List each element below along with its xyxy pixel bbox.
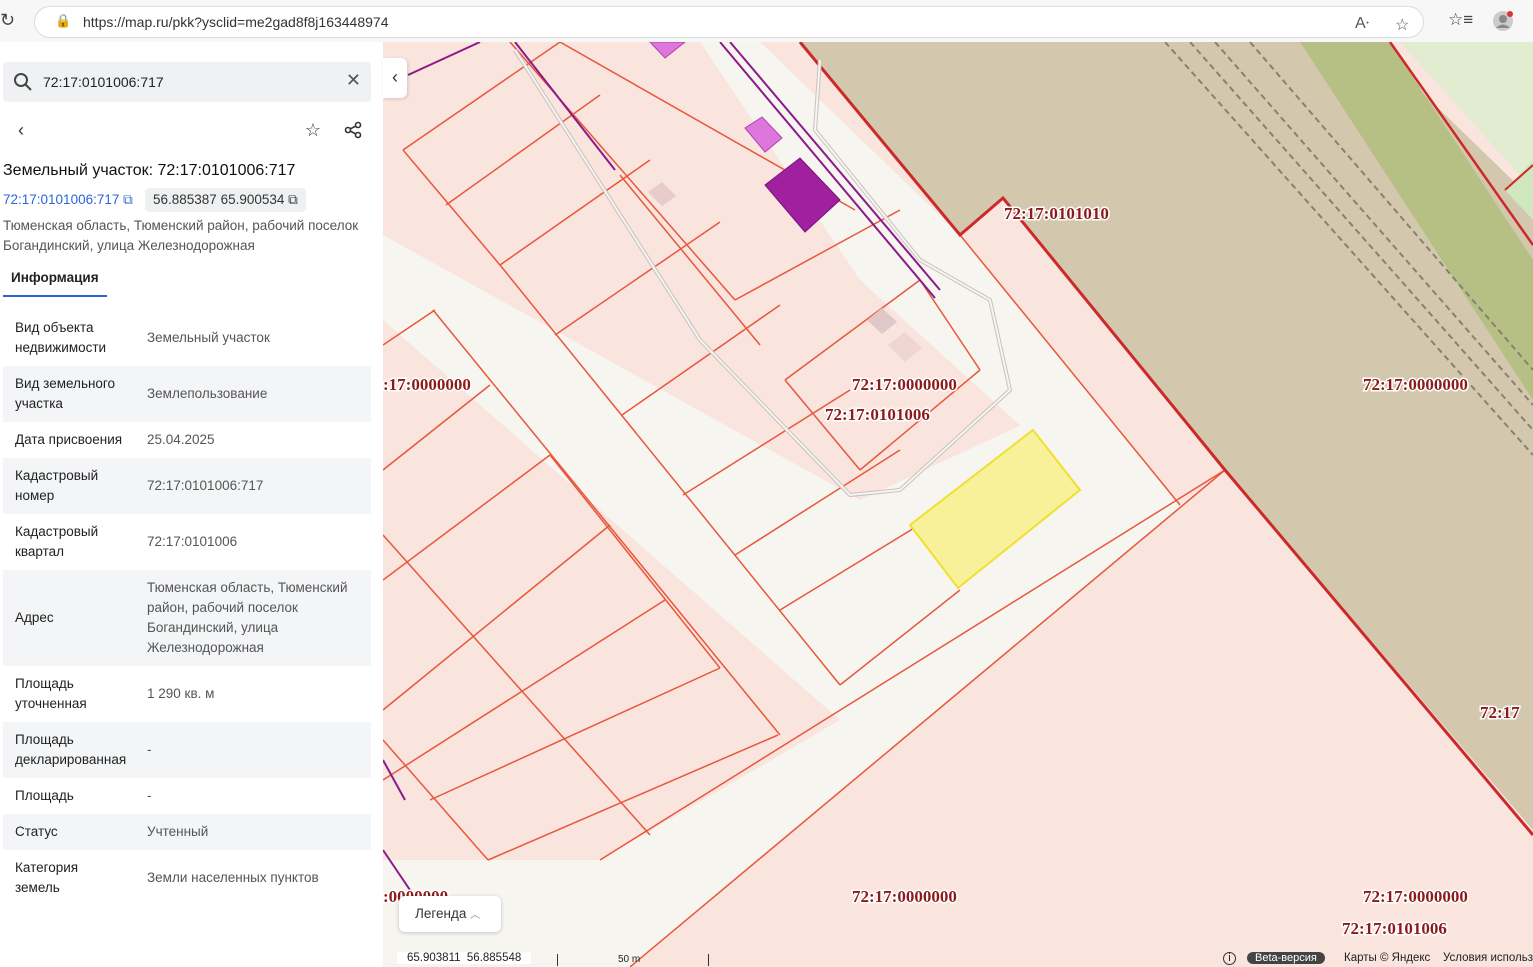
info-key: Вид земельного участка xyxy=(15,376,116,411)
beta-badge[interactable]: Beta-версия xyxy=(1247,952,1325,964)
info-key: Кадастровый номер xyxy=(15,468,99,503)
info-value: - xyxy=(147,788,152,803)
share-icon xyxy=(344,121,362,139)
map-label: 72:17 xyxy=(1480,703,1520,722)
share-button[interactable] xyxy=(335,112,371,148)
scale-bar: 50 m xyxy=(557,954,709,966)
url-text[interactable]: https://map.ru/pkk?ysclid=me2gad8f8j1634… xyxy=(83,14,388,30)
read-aloud-icon[interactable]: Aᐩ xyxy=(1355,15,1370,33)
map-label: 72:17:0000000 xyxy=(852,887,957,906)
info-value: Землепользование xyxy=(147,386,268,401)
copy-coords-icon[interactable]: ⧉ xyxy=(288,192,298,207)
info-key: Площадь xyxy=(15,788,74,803)
cadastral-number-text[interactable]: 72:17:0101006:717 xyxy=(3,192,119,207)
object-address: Тюменская область, Тюменский район, рабо… xyxy=(3,216,378,256)
coordinates-chip[interactable]: 56.885387 65.900534 ⧉ xyxy=(145,188,306,212)
info-row: Площадь уточненная 1 290 кв. м xyxy=(3,666,371,722)
address-line: Тюменская область, Тюменский район, рабо… xyxy=(3,218,359,233)
map-label: 72:17:0000000 xyxy=(852,375,957,394)
info-value: 72:17:0101006:717 xyxy=(147,478,264,493)
address-line: Богандинский, улица Железнодорожная xyxy=(3,238,255,253)
map-label: 72:17:0000000 xyxy=(1363,887,1468,906)
tab-information[interactable]: Информация xyxy=(11,270,99,285)
info-value: Земельный участок xyxy=(147,330,270,345)
cursor-coordinates: 65.903811 56.885548 xyxy=(397,952,532,964)
object-title: Земельный участок: 72:17:0101006:717 xyxy=(3,162,296,179)
scale-label: 50 m xyxy=(618,954,641,965)
object-info-panel: 72:17:0101006:717 ✕ ‹ ☆ Земельный участо… xyxy=(0,42,383,967)
collapse-panel-button[interactable]: ‹ xyxy=(383,58,407,98)
info-row: Кадастровый номер 72:17:0101006:717 xyxy=(3,458,371,514)
active-tab-indicator xyxy=(3,295,107,297)
info-key: Адрес xyxy=(15,610,54,625)
info-value: Тюменская область, Тюменский район, рабоч… xyxy=(147,580,348,655)
cadastral-number-link[interactable]: 72:17:0101006:717 ⧉ xyxy=(3,192,133,208)
info-key: Категория земель xyxy=(15,860,79,895)
address-bar[interactable]: 🔒 https://map.ru/pkk?ysclid=me2gad8f8j16… xyxy=(34,6,1424,38)
reload-icon[interactable]: ↻ xyxy=(0,10,15,31)
yandex-copyright[interactable]: Карты © Яндекс xyxy=(1344,952,1430,964)
terms-link[interactable]: Условия использ xyxy=(1443,952,1533,964)
profile-avatar-icon[interactable] xyxy=(1492,10,1514,37)
info-value: 25.04.2025 xyxy=(147,432,215,447)
copy-icon[interactable]: ⧉ xyxy=(123,192,133,207)
map-label: :17:0000000 xyxy=(383,375,471,394)
map-label: 72:17:0000000 xyxy=(1363,375,1468,394)
info-row: Вид объекта недвижимости Земельный участо… xyxy=(3,310,371,366)
info-row: Статус Учтенный xyxy=(3,814,371,850)
map-label: 72:17:0101006 xyxy=(825,405,930,424)
info-row: Площадь - xyxy=(3,778,371,814)
map-label: 72:17:0101010 xyxy=(1004,204,1109,223)
info-value: Учтенный xyxy=(147,824,209,839)
info-row: Вид земельного участка Землепользование xyxy=(3,366,371,422)
search-icon xyxy=(14,73,32,91)
info-row: Кадастровый квартал 72:17:0101006 xyxy=(3,514,371,570)
cadastral-map[interactable]: 72:17:0101010 :17:0000000 72:17:0000000 … xyxy=(383,42,1533,967)
info-row: Адрес Тюменская область, Тюменский район,… xyxy=(3,570,371,666)
map-label: 72:17:0101006 xyxy=(1342,919,1447,938)
info-value: Земли населенных пунктов xyxy=(147,870,319,885)
info-key: Дата присвоения xyxy=(15,432,123,447)
info-key: Кадастровый квартал xyxy=(15,524,99,559)
info-table: Вид объекта недвижимости Земельный участо… xyxy=(3,310,371,906)
info-row: Площадь декларированная - xyxy=(3,722,371,778)
info-key: Статус xyxy=(15,824,58,839)
info-row: Дата присвоения 25.04.2025 xyxy=(3,422,371,458)
back-button[interactable]: ‹ xyxy=(3,112,39,148)
info-icon[interactable]: i xyxy=(1223,952,1236,965)
info-key: Вид объекта недвижимости xyxy=(15,320,107,355)
clear-search-icon[interactable]: ✕ xyxy=(346,70,361,91)
favorites-list-icon[interactable]: ☆≡ xyxy=(1448,10,1473,30)
favorite-button[interactable]: ☆ xyxy=(295,112,331,148)
search-input[interactable]: 72:17:0101006:717 xyxy=(43,74,164,90)
search-box[interactable]: 72:17:0101006:717 ✕ xyxy=(3,62,371,102)
coordinates-text: 56.885387 65.900534 xyxy=(153,192,285,207)
browser-toolbar: ↻ 🔒 https://map.ru/pkk?ysclid=me2gad8f8j… xyxy=(0,0,1533,43)
info-value: 1 290 кв. м xyxy=(147,686,215,701)
info-key: Площадь уточненная xyxy=(15,676,87,711)
map-canvas[interactable]: 72:17:0101010 :17:0000000 72:17:0000000 … xyxy=(383,42,1533,967)
legend-button[interactable]: Легенда ︿ xyxy=(399,896,501,932)
info-value: - xyxy=(147,742,152,757)
map-status-bar: 65.903811 56.885548 50 m i Beta-версия К… xyxy=(397,952,1533,967)
favorite-star-icon[interactable]: ☆ xyxy=(1395,15,1409,35)
lock-icon[interactable]: 🔒 xyxy=(55,13,71,29)
info-value: 72:17:0101006 xyxy=(147,534,238,549)
info-key: Площадь декларированная xyxy=(15,732,127,767)
chevron-up-icon: ︿ xyxy=(470,910,481,921)
legend-label: Легенда xyxy=(415,906,467,921)
info-row: Категория земель Земли населенных пунктов xyxy=(3,850,371,906)
